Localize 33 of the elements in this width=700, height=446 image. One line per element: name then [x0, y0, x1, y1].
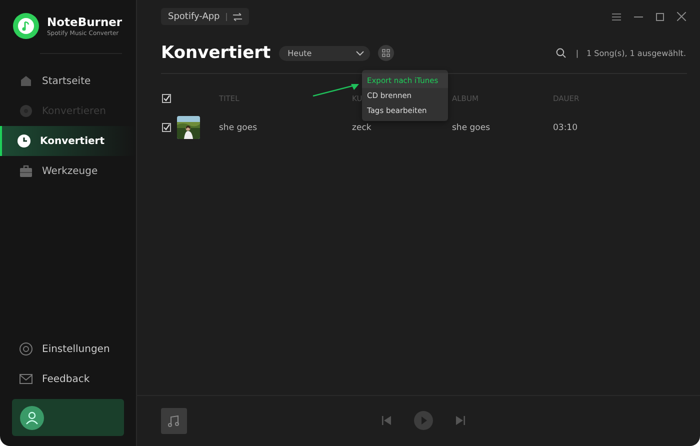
app-name: NoteBurner	[47, 15, 122, 29]
avatar-icon	[20, 406, 44, 430]
source-button[interactable]: Spotify-App	[161, 8, 249, 25]
grid-view-icon[interactable]	[378, 45, 394, 61]
swap-icon	[232, 12, 242, 20]
settings-icon	[19, 342, 33, 356]
close-icon[interactable]	[677, 12, 686, 21]
account-card[interactable]	[12, 399, 124, 436]
search-icon[interactable]	[556, 48, 566, 58]
logo-icon	[13, 13, 39, 39]
home-icon	[19, 74, 33, 88]
maximize-icon[interactable]	[656, 12, 664, 20]
sidebar-item[interactable]: Startseite	[0, 66, 136, 96]
sidebar-item[interactable]: Einstellungen	[0, 334, 136, 364]
separator-text: |	[576, 48, 579, 58]
song-count-text: 1 Song(s), 1 ausgewählt.	[586, 48, 686, 58]
table-cell-text: zeck	[352, 122, 372, 132]
disc-icon	[19, 104, 33, 118]
table-cell-text: she goes	[452, 122, 492, 132]
toolbox-icon	[19, 164, 33, 178]
table-cell-text: 03:10	[553, 122, 578, 132]
sidebar-item[interactable]: Feedback	[0, 364, 136, 394]
page-title: Konvertiert	[161, 43, 271, 63]
date-filter-dropdown[interactable]: Heute	[278, 46, 370, 60]
sidebar-item[interactable]: Werkzeuge	[0, 156, 136, 186]
table-cell-text: she goes	[219, 122, 258, 132]
checked-checkbox[interactable]	[162, 123, 171, 132]
music-note-icon[interactable]	[161, 408, 187, 434]
clock-icon	[17, 134, 31, 148]
checked-checkbox[interactable]	[162, 94, 171, 103]
menu-icon[interactable]	[612, 12, 621, 20]
chevron-down-icon	[356, 50, 364, 56]
mail-icon	[19, 372, 33, 386]
